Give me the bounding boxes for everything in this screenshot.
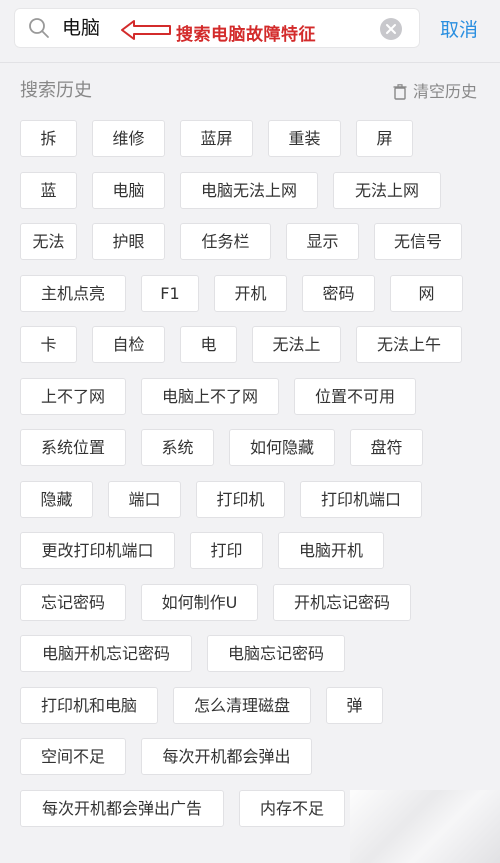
watermark — [350, 790, 500, 863]
search-value: 电脑 — [62, 17, 101, 39]
history-tag[interactable]: 电脑上不了网 — [141, 377, 279, 415]
tag-row: 更改打印机端口 打印 电脑开机 — [20, 532, 490, 569]
history-tag[interactable]: 自检 — [92, 326, 165, 363]
history-tag[interactable]: 端口 — [108, 480, 181, 518]
history-tag[interactable]: 如何隐藏 — [229, 429, 335, 466]
history-tag[interactable]: 电脑无法上网 — [180, 171, 318, 209]
history-tag[interactable]: 电脑忘记密码 — [207, 635, 345, 672]
history-tag[interactable]: 盘符 — [350, 429, 423, 466]
clear-input-icon[interactable] — [380, 18, 402, 40]
tag-row: 忘记密码 如何制作U 开机忘记密码 — [20, 583, 490, 621]
history-tag[interactable]: 电 — [180, 326, 237, 363]
history-tag[interactable]: 显示 — [286, 223, 359, 260]
history-tag[interactable]: 蓝屏 — [180, 120, 253, 157]
tag-row: 系统位置 系统 如何隐藏 盘符 — [20, 429, 490, 466]
tag-row: 电脑开机忘记密码 电脑忘记密码 — [20, 635, 490, 672]
history-tag[interactable]: 电脑开机忘记密码 — [20, 635, 192, 672]
history-tag[interactable]: 任务栏 — [180, 223, 271, 260]
history-tag[interactable]: 主机点亮 — [20, 274, 126, 312]
history-tag[interactable]: 重装 — [268, 120, 341, 157]
history-tag[interactable]: F1 — [141, 274, 199, 312]
history-tag[interactable]: 卡 — [20, 326, 77, 363]
tag-row: 无法 护眼 任务栏 显示 无信号 — [20, 223, 490, 260]
clear-history-label: 清空历史 — [413, 82, 478, 101]
tag-row: 打印机和电脑 怎么清理磁盘弹 — [20, 686, 490, 724]
history-tag[interactable]: 屏 — [356, 120, 413, 157]
history-tag[interactable]: 怎么清理磁盘 — [173, 686, 311, 724]
history-tag[interactable]: 开机忘记密码 — [273, 583, 411, 621]
history-tag[interactable]: 无法 — [20, 223, 77, 260]
history-tag[interactable]: 密码 — [302, 274, 375, 312]
history-tag[interactable]: 无法上午 — [356, 326, 462, 363]
history-tag[interactable]: 打印机端口 — [300, 480, 422, 518]
trash-icon — [393, 84, 407, 100]
cancel-button[interactable]: 取消 — [440, 18, 478, 42]
history-tag[interactable]: 无信号 — [374, 223, 462, 260]
history-tag[interactable]: 蓝 — [20, 171, 77, 209]
tag-row: 拆维修 蓝屏 重装屏 — [20, 120, 490, 157]
history-tag[interactable]: 电脑 — [92, 171, 165, 209]
history-tag[interactable]: 上不了网 — [20, 377, 126, 415]
annotation-text: 搜索电脑故障特征 — [176, 25, 316, 45]
history-tag[interactable]: 打印机 — [196, 480, 285, 518]
tag-row: 上不了网 电脑上不了网 位置不可用 — [20, 377, 490, 415]
history-tag[interactable]: 系统 — [141, 429, 214, 466]
tag-row: 卡自检电无法上 无法上午 — [20, 326, 490, 363]
history-tag[interactable]: 每次开机都会弹出广告 — [20, 789, 224, 827]
history-tag[interactable]: 拆 — [20, 120, 77, 157]
history-tag-list: 拆维修 蓝屏 重装屏蓝电脑 电脑无法上网 无法上网 无法 护眼 任务栏 显示 无信号 主机点亮 F1 开… — [20, 120, 490, 841]
history-tag[interactable]: 打印 — [190, 532, 263, 569]
divider — [0, 62, 500, 63]
history-tag[interactable]: 空间不足 — [20, 738, 126, 775]
history-tag[interactable]: 位置不可用 — [294, 377, 416, 415]
history-tag[interactable]: 电脑开机 — [278, 532, 384, 569]
history-tag[interactable]: 如何制作U — [141, 583, 258, 621]
tag-row: 空间不足 每次开机都会弹出 — [20, 738, 490, 775]
history-tag[interactable]: 更改打印机端口 — [20, 532, 175, 569]
history-tag[interactable]: 每次开机都会弹出 — [141, 738, 312, 775]
history-tag[interactable]: 内存不足 — [239, 789, 345, 827]
history-tag[interactable]: 网 — [390, 274, 463, 312]
history-tag[interactable]: 无法上网 — [333, 171, 441, 209]
clear-history-button[interactable]: 清空历史 — [393, 81, 477, 103]
history-tag[interactable]: 忘记密码 — [20, 583, 126, 621]
history-tag[interactable]: 维修 — [92, 120, 165, 157]
history-tag[interactable]: 无法上 — [252, 326, 341, 363]
history-tag[interactable]: 系统位置 — [20, 429, 126, 466]
tag-row: 蓝电脑 电脑无法上网 无法上网 — [20, 171, 490, 209]
history-tag[interactable]: 开机 — [214, 274, 287, 312]
annotation-arrow-icon — [121, 20, 171, 40]
history-tag[interactable]: 护眼 — [92, 223, 165, 260]
top-bar: 电脑 搜索电脑故障特征 取消 — [0, 0, 500, 62]
history-tag[interactable]: 打印机和电脑 — [20, 686, 158, 724]
history-title: 搜索历史 — [20, 80, 92, 101]
search-icon — [29, 18, 49, 38]
history-tag[interactable]: 弹 — [326, 686, 383, 724]
tag-row: 隐藏 端口 打印机 打印机端口 — [20, 480, 490, 518]
history-tag[interactable]: 隐藏 — [20, 480, 93, 518]
tag-row: 主机点亮 F1 开机 密码网 — [20, 274, 490, 312]
